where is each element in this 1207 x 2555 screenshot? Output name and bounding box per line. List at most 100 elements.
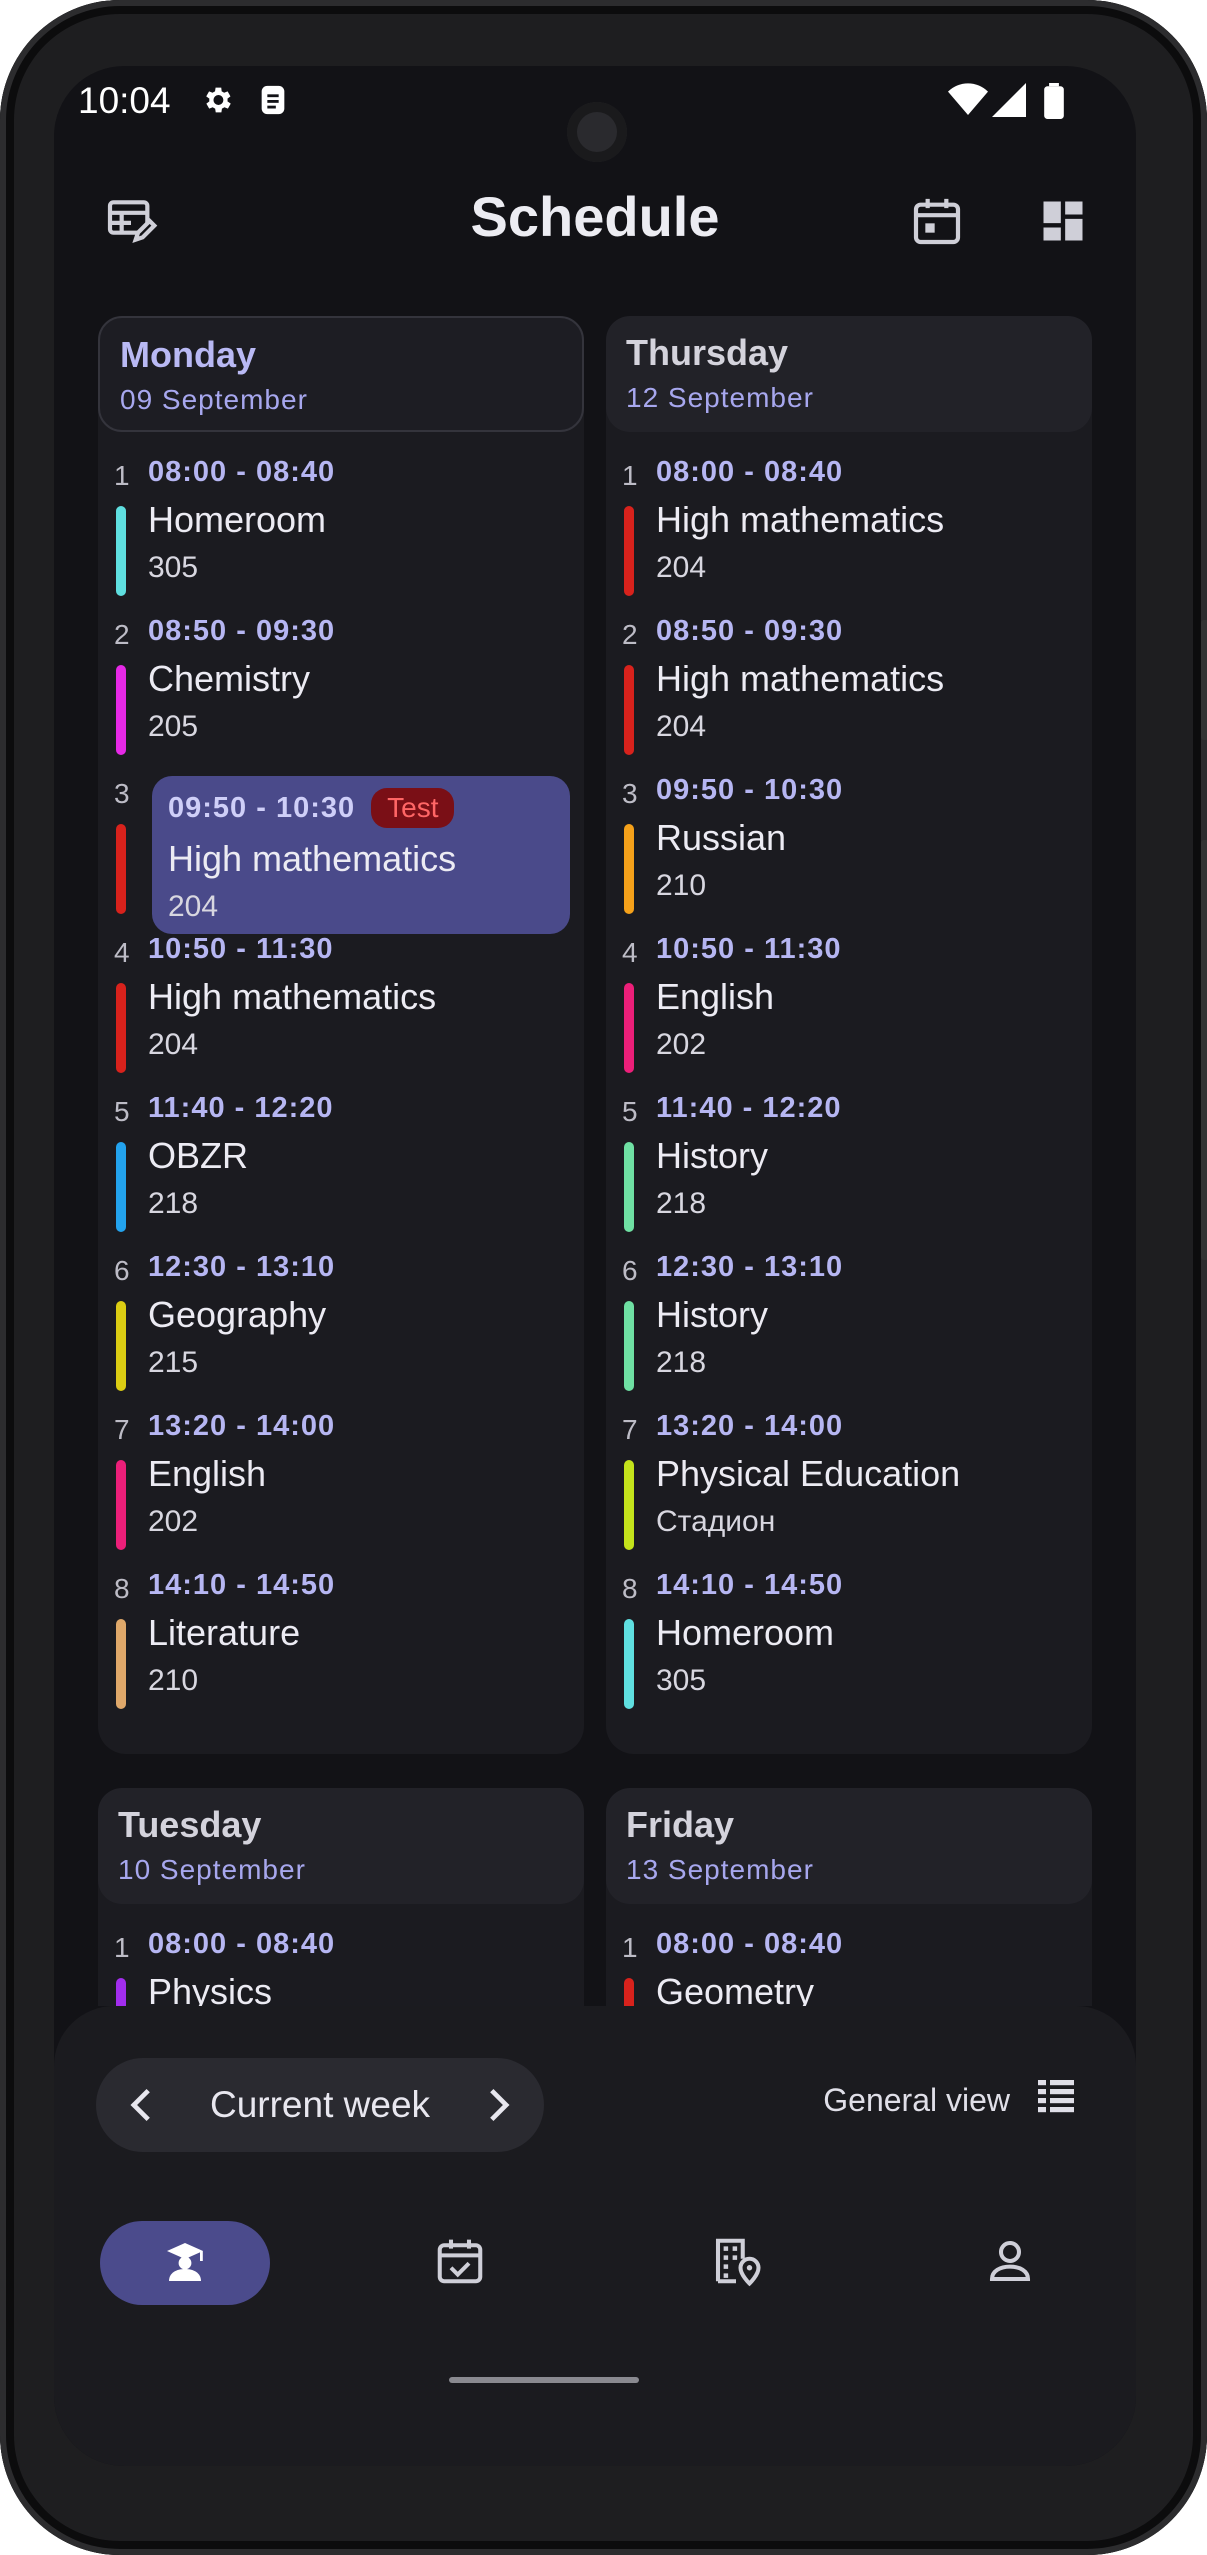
lesson-info: 08:00 - 08:40 Geometry — [656, 1928, 1078, 2006]
lesson-item[interactable]: 3 09:50 - 10:30 Russian 210 — [606, 774, 1092, 933]
lesson-subject: Literature — [148, 1612, 301, 1653]
lesson-item[interactable]: 6 12:30 - 13:10 History 218 — [606, 1251, 1092, 1410]
lesson-info: 08:00 - 08:40 High mathematics 204 — [656, 456, 1078, 606]
lesson-info: 13:20 - 14:00 English 202 — [148, 1410, 570, 1560]
lesson-item[interactable]: 3 09:50 - 10:30 Test High mathematics 204 — [98, 774, 584, 934]
clipboard-icon — [258, 83, 288, 122]
lesson-time-text: 09:50 - 10:30 — [656, 774, 844, 806]
lesson-subject: Physical Education — [656, 1453, 961, 1494]
nav-buildings[interactable] — [651, 2221, 821, 2305]
next-week-button[interactable] — [474, 2080, 524, 2130]
power-button — [1201, 840, 1207, 1260]
day-header[interactable]: Thursday 12 September — [606, 316, 1092, 432]
lesson-time-text: 12:30 - 13:10 — [148, 1251, 336, 1283]
lesson-item[interactable]: 8 14:10 - 14:50 Literature 210 — [98, 1569, 584, 1728]
lesson-time: 11:40 - 12:20 — [656, 1092, 1078, 1125]
nav-tasks[interactable] — [375, 2221, 545, 2305]
lesson-number: 7 — [114, 1414, 130, 1445]
battery-icon — [1044, 83, 1064, 124]
day-card: Monday 09 September 1 08:00 - 08:40 Homeroom… — [98, 316, 584, 1754]
lesson-room: 202 — [148, 1505, 199, 1538]
lesson-item[interactable]: 5 11:40 - 12:20 OBZR 218 — [98, 1092, 584, 1251]
lesson-item[interactable]: 5 11:40 - 12:20 History 218 — [606, 1092, 1092, 1251]
lesson-number: 1 — [114, 460, 130, 491]
lesson-time: 14:10 - 14:50 — [656, 1569, 1078, 1602]
calendar-icon[interactable] — [902, 186, 972, 256]
lesson-time: 14:10 - 14:50 — [148, 1569, 570, 1602]
lesson-subject: Russian — [656, 817, 787, 858]
lesson-color-bar — [624, 665, 634, 755]
lesson-room: 305 — [148, 551, 199, 584]
lesson-item[interactable]: 1 08:00 - 08:40 Physics — [98, 1928, 584, 2006]
lesson-subject: English — [656, 976, 775, 1017]
lesson-item[interactable]: 7 13:20 - 14:00 Physical Education Стадион — [606, 1410, 1092, 1569]
bottom-panel: Current week General view — [54, 2006, 1136, 2466]
lesson-time-text: 13:20 - 14:00 — [656, 1410, 844, 1442]
lesson-color-bar — [116, 665, 126, 755]
lesson-item[interactable]: 8 14:10 - 14:50 Homeroom 305 — [606, 1569, 1092, 1728]
test-badge: Test — [371, 788, 455, 828]
front-camera — [567, 102, 627, 162]
lesson-item[interactable]: 4 10:50 - 11:30 High mathematics 204 — [98, 933, 584, 1092]
lesson-number: 6 — [622, 1255, 638, 1286]
lesson-list: 1 08:00 - 08:40 High mathematics 204 2 08:50 … — [606, 432, 1092, 1728]
lesson-number: 4 — [622, 937, 638, 968]
lesson-subject: Homeroom — [148, 499, 327, 540]
lesson-time-text: 12:30 - 13:10 — [656, 1251, 844, 1283]
lesson-number: 5 — [622, 1096, 638, 1127]
lesson-number: 3 — [622, 778, 638, 809]
lesson-time: 08:00 - 08:40 — [656, 1928, 1078, 1961]
lesson-time: 13:20 - 14:00 — [656, 1410, 1078, 1443]
lesson-info: 12:30 - 13:10 History 218 — [656, 1251, 1078, 1401]
lesson-color-bar — [116, 1142, 126, 1232]
week-selector: Current week — [96, 2058, 544, 2152]
previous-week-button[interactable] — [116, 2080, 166, 2130]
nav-profile[interactable] — [925, 2221, 1095, 2305]
lesson-item[interactable]: 4 10:50 - 11:30 English 202 — [606, 933, 1092, 1092]
lesson-item[interactable]: 7 13:20 - 14:00 English 202 — [98, 1410, 584, 1569]
lesson-subject: High mathematics — [656, 658, 945, 699]
day-header[interactable]: Tuesday 10 September — [98, 1788, 584, 1904]
day-name: Monday — [120, 334, 257, 375]
lesson-color-bar — [624, 506, 634, 596]
day-header[interactable]: Monday 09 September — [98, 316, 584, 432]
lesson-item[interactable]: 1 08:00 - 08:40 High mathematics 204 — [606, 456, 1092, 615]
lesson-item[interactable]: 2 08:50 - 09:30 High mathematics 204 — [606, 615, 1092, 774]
lesson-time: 12:30 - 13:10 — [656, 1251, 1078, 1284]
lesson-time-text: 08:00 - 08:40 — [656, 456, 844, 488]
lesson-color-bar — [116, 1619, 126, 1709]
lesson-item[interactable]: 6 12:30 - 13:10 Geography 215 — [98, 1251, 584, 1410]
lesson-info: 14:10 - 14:50 Literature 210 — [148, 1569, 570, 1719]
dashboard-icon[interactable] — [1028, 186, 1098, 256]
lesson-info: 10:50 - 11:30 English 202 — [656, 933, 1078, 1083]
lesson-subject: Chemistry — [148, 658, 311, 699]
lesson-time: 08:50 - 09:30 — [656, 615, 1078, 648]
lesson-room: 205 — [148, 710, 199, 743]
lesson-item[interactable]: 1 08:00 - 08:40 Homeroom 305 — [98, 456, 584, 615]
day-card: Friday 13 September 1 08:00 - 08:40 Geometry — [606, 1788, 1092, 2006]
lesson-time-text: 14:10 - 14:50 — [148, 1569, 336, 1601]
day-card: Tuesday 10 September 1 08:00 - 08:40 Physics — [98, 1788, 584, 2006]
days-column-left: Monday 09 September 1 08:00 - 08:40 Homeroom… — [98, 316, 584, 2006]
lesson-room: 218 — [148, 1187, 199, 1220]
lesson-time-text: 14:10 - 14:50 — [656, 1569, 844, 1601]
lesson-color-bar — [624, 1142, 634, 1232]
lesson-info: 11:40 - 12:20 History 218 — [656, 1092, 1078, 1242]
lesson-time: 10:50 - 11:30 — [656, 933, 1078, 966]
lesson-info: 08:50 - 09:30 Chemistry 205 — [148, 615, 570, 765]
lesson-time: 12:30 - 13:10 — [148, 1251, 570, 1284]
lesson-info: 10:50 - 11:30 High mathematics 204 — [148, 933, 570, 1083]
lesson-info: 09:50 - 10:30 Russian 210 — [656, 774, 1078, 924]
lesson-subject: History — [656, 1135, 769, 1176]
nav-schedule[interactable] — [100, 2221, 270, 2305]
lesson-item[interactable]: 1 08:00 - 08:40 Geometry — [606, 1928, 1092, 2006]
volume-button — [1201, 620, 1207, 740]
lesson-item[interactable]: 2 08:50 - 09:30 Chemistry 205 — [98, 615, 584, 774]
day-date: 10 September — [118, 1854, 306, 1885]
lesson-info: 11:40 - 12:20 OBZR 218 — [148, 1092, 570, 1242]
day-header[interactable]: Friday 13 September — [606, 1788, 1092, 1904]
general-view-toggle[interactable]: General view — [823, 2076, 1076, 2124]
lesson-number: 8 — [622, 1573, 638, 1604]
lesson-number: 1 — [622, 460, 638, 491]
lesson-subject: Physics — [148, 1971, 273, 2006]
